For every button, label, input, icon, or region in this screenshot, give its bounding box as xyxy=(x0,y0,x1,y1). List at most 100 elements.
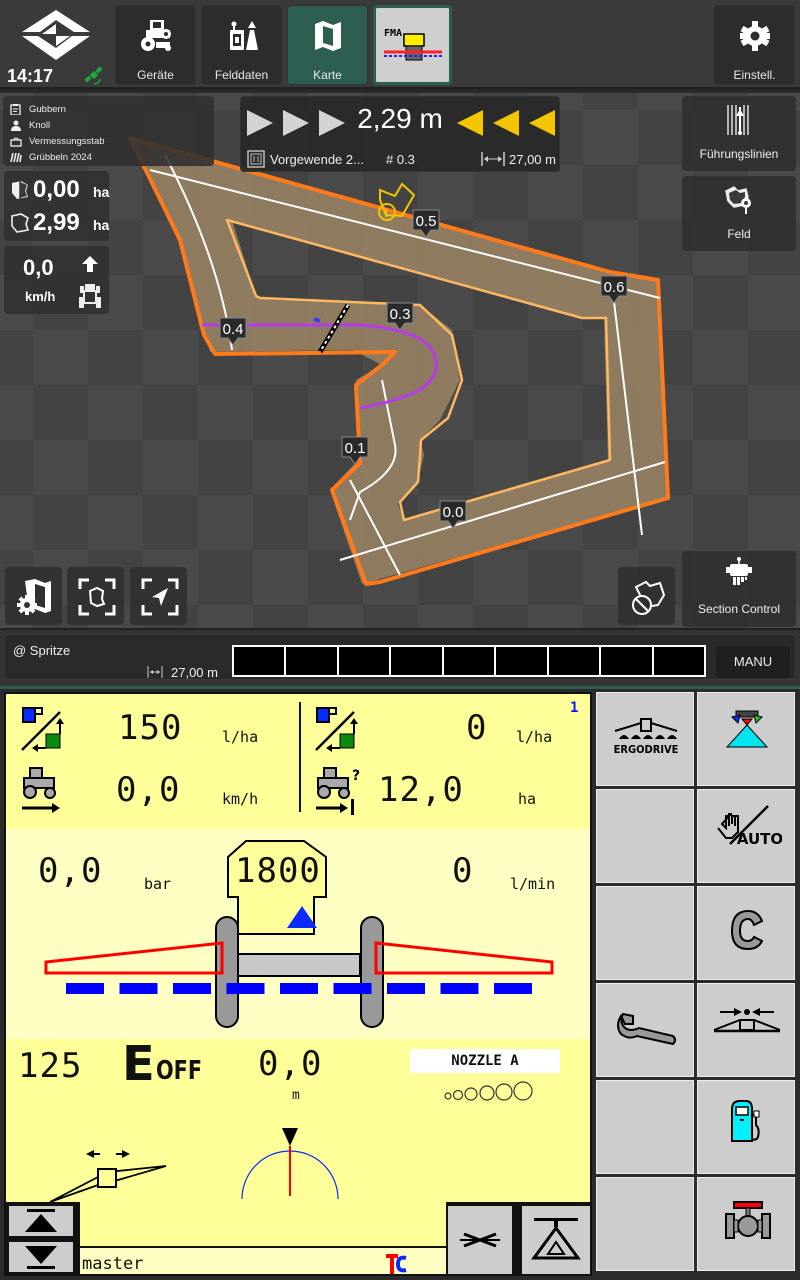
boom-fold-button[interactable] xyxy=(448,1206,512,1274)
fma-text: FMA xyxy=(384,28,402,39)
boom-lift-button[interactable] xyxy=(522,1206,590,1274)
einstell-button[interactable]: Einstell. xyxy=(714,5,795,85)
boom-down-button[interactable] xyxy=(9,1242,73,1272)
gps-satellite-icon xyxy=(84,66,103,85)
worked-area-value: 0,00 xyxy=(33,176,80,203)
boom-tilt-icon xyxy=(49,1150,167,1203)
actual-rate-value: 0 xyxy=(466,708,488,748)
total-area-value: 2,99 xyxy=(33,209,80,236)
person-icon xyxy=(11,120,21,131)
total-area-unit: ha xyxy=(93,217,110,233)
sprayer-diagram: 0,0 bar 0 l/min 1800 xyxy=(6,829,590,1039)
svg-text:0.4: 0.4 xyxy=(223,321,244,338)
section-8 xyxy=(601,647,654,675)
svg-text:?: ? xyxy=(352,768,360,784)
nozzle-section-8 xyxy=(440,983,479,994)
speed-panel: 0,0 km/h xyxy=(4,246,109,314)
valve-icon xyxy=(725,1201,771,1239)
implement-width: 27,00 m xyxy=(171,665,218,680)
softkey-boom-fold-in[interactable] xyxy=(697,983,795,1077)
left-boom xyxy=(44,941,224,975)
droplet-size-icon xyxy=(444,1081,533,1101)
softkey-valve[interactable] xyxy=(697,1177,795,1271)
section-5 xyxy=(443,647,497,675)
distance-unit: m xyxy=(292,1088,300,1103)
boom-up-button[interactable] xyxy=(9,1206,73,1236)
fuehrungslinien-button[interactable]: Führungslinien xyxy=(682,96,796,171)
map-view[interactable]: ! 0.0 0.1 0.3 0.4 0.5 0.6 Gubbern Knoll Verme… xyxy=(0,93,800,628)
softkey-empty-1[interactable] xyxy=(596,789,694,883)
section-indicator-bar xyxy=(232,645,706,677)
map-settings-icon xyxy=(17,579,51,615)
guidance-lines-icon xyxy=(727,105,749,135)
field-map[interactable]: ! 0.0 0.1 0.3 0.4 0.5 0.6 xyxy=(0,93,800,628)
boundary-off-button[interactable] xyxy=(618,567,675,625)
nozzle-type-label: NOZZLE A xyxy=(410,1049,560,1073)
karte-label: Karte xyxy=(313,68,342,82)
area-value-vt: 12,0 xyxy=(378,770,464,810)
zoom-to-field-button[interactable] xyxy=(67,567,124,625)
softkey-wrench[interactable] xyxy=(596,983,694,1077)
area-panel: 0,00 ha 2,99 ha xyxy=(4,171,109,241)
right-offset-arrow-icon xyxy=(529,110,555,136)
clipboard-icon xyxy=(10,103,21,115)
felddaten-button[interactable]: Felddaten xyxy=(201,5,282,85)
softkey-empty-3[interactable] xyxy=(596,1080,694,1174)
lower-icon xyxy=(25,1246,57,1269)
status-text: master xyxy=(82,1254,144,1274)
tractor-top-view-icon xyxy=(79,284,101,308)
implement-row: Vermessungsstab xyxy=(10,133,207,149)
softkey-fuel-pump[interactable] xyxy=(697,1080,795,1174)
zoom-to-field-icon xyxy=(78,578,116,616)
boom-fold-icon xyxy=(460,1232,500,1248)
felddaten-label: Felddaten xyxy=(214,68,269,82)
distance-value: 0,0 xyxy=(258,1044,323,1084)
width-icon xyxy=(147,666,163,678)
section-2 xyxy=(286,647,339,675)
nozzle-section-4 xyxy=(226,983,265,994)
softkey-empty-2[interactable] xyxy=(596,886,694,980)
zoom-to-vehicle-button[interactable] xyxy=(130,567,187,625)
section-control-button[interactable]: Section Control xyxy=(682,551,796,627)
feld-button[interactable]: Feld xyxy=(682,176,796,251)
manual-auto-icon: AUTO xyxy=(717,805,782,848)
guidance-panel: 2,29 m Vorgewende 2... # 0.3 27,00 m xyxy=(240,96,560,172)
page-number: 1 xyxy=(570,700,579,716)
geraete-label: Geräte xyxy=(137,68,174,82)
boom-fold-in-icon xyxy=(713,1008,781,1033)
e-mode-state: OFF xyxy=(156,1056,203,1086)
softkey-spray-nozzle[interactable] xyxy=(697,692,795,786)
svg-text:ERGODRIVE: ERGODRIVE xyxy=(614,743,679,756)
guidance-line-number: # 0.3 xyxy=(386,152,415,167)
total-area-icon xyxy=(11,213,30,233)
farm-row: Gubbern xyxy=(10,101,207,117)
status-bar: master xyxy=(80,1246,446,1274)
raise-icon xyxy=(25,1209,57,1232)
isobus-terminal[interactable]: 1 150 l/ha 0,0 km/h 0 l/ha ? 12,0 ha 0,0… xyxy=(4,692,592,1276)
softkey-manual-auto[interactable]: AUTO xyxy=(697,789,795,883)
job-info-panel[interactable]: Gubbern Knoll Vermessungsstab Grübbeln 2… xyxy=(3,96,214,166)
fma-sprayer-icon: FMA xyxy=(383,28,442,61)
guidance-working-width: 27,00 m xyxy=(509,152,556,167)
divider xyxy=(0,686,800,689)
svg-text:!: ! xyxy=(385,206,389,220)
field-row: Grübbeln 2024 xyxy=(10,149,207,165)
app-logo-icon xyxy=(22,10,90,60)
manu-mode-button[interactable]: MANU xyxy=(716,646,790,678)
softkey-empty-4[interactable] xyxy=(596,1177,694,1271)
section-7 xyxy=(548,647,602,675)
karte-button[interactable]: Karte xyxy=(287,5,368,85)
map-settings-button[interactable] xyxy=(5,567,62,625)
fma-sprayer-button[interactable]: FMA xyxy=(373,5,452,85)
wrench-icon xyxy=(617,1012,676,1046)
c-icon xyxy=(730,909,764,951)
section-control-label: Section Control xyxy=(697,602,781,616)
svg-text:AUTO: AUTO xyxy=(737,830,782,848)
target-rate-unit: l/ha xyxy=(222,728,259,746)
softkey-ergodrive[interactable]: ERGODRIVE xyxy=(596,692,694,786)
boundary-disabled-icon xyxy=(632,580,666,615)
worked-area-unit: ha xyxy=(93,184,110,200)
geraete-button[interactable]: Geräte xyxy=(115,5,196,85)
softkey-c[interactable] xyxy=(697,886,795,980)
spray-nozzle-icon xyxy=(725,710,769,748)
